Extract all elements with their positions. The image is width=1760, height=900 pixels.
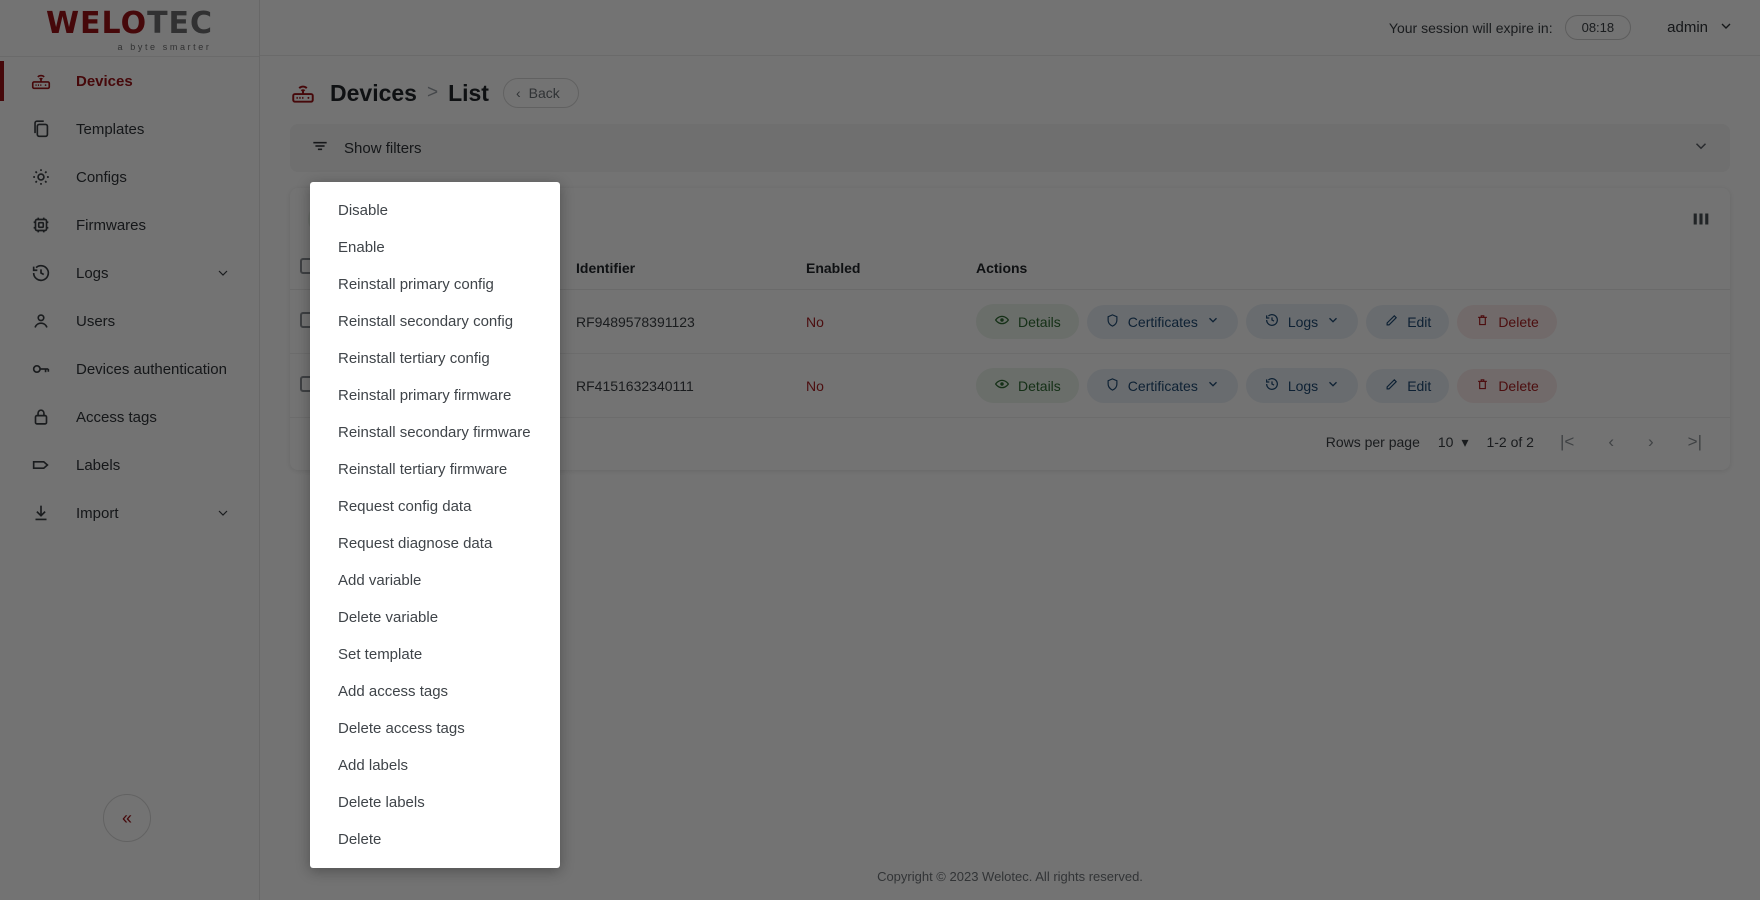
menu-item-reinstall-primary-config[interactable]: Reinstall primary config bbox=[310, 266, 560, 303]
menu-item-delete-access-tags[interactable]: Delete access tags bbox=[310, 710, 560, 747]
menu-item-reinstall-primary-firmware[interactable]: Reinstall primary firmware bbox=[310, 377, 560, 414]
menu-item-set-template[interactable]: Set template bbox=[310, 636, 560, 673]
bulk-actions-menu: Disable Enable Reinstall primary config … bbox=[310, 182, 560, 868]
menu-item-reinstall-secondary-firmware[interactable]: Reinstall secondary firmware bbox=[310, 414, 560, 451]
menu-item-disable[interactable]: Disable bbox=[310, 192, 560, 229]
menu-item-add-labels[interactable]: Add labels bbox=[310, 747, 560, 784]
menu-item-add-access-tags[interactable]: Add access tags bbox=[310, 673, 560, 710]
menu-item-add-variable[interactable]: Add variable bbox=[310, 562, 560, 599]
menu-item-enable[interactable]: Enable bbox=[310, 229, 560, 266]
modal-backdrop[interactable] bbox=[0, 0, 1760, 900]
menu-item-reinstall-secondary-config[interactable]: Reinstall secondary config bbox=[310, 303, 560, 340]
menu-item-delete-variable[interactable]: Delete variable bbox=[310, 599, 560, 636]
menu-item-request-config-data[interactable]: Request config data bbox=[310, 488, 560, 525]
menu-item-reinstall-tertiary-config[interactable]: Reinstall tertiary config bbox=[310, 340, 560, 377]
menu-item-request-diagnose-data[interactable]: Request diagnose data bbox=[310, 525, 560, 562]
menu-item-delete[interactable]: Delete bbox=[310, 821, 560, 858]
menu-item-reinstall-tertiary-firmware[interactable]: Reinstall tertiary firmware bbox=[310, 451, 560, 488]
menu-item-delete-labels[interactable]: Delete labels bbox=[310, 784, 560, 821]
